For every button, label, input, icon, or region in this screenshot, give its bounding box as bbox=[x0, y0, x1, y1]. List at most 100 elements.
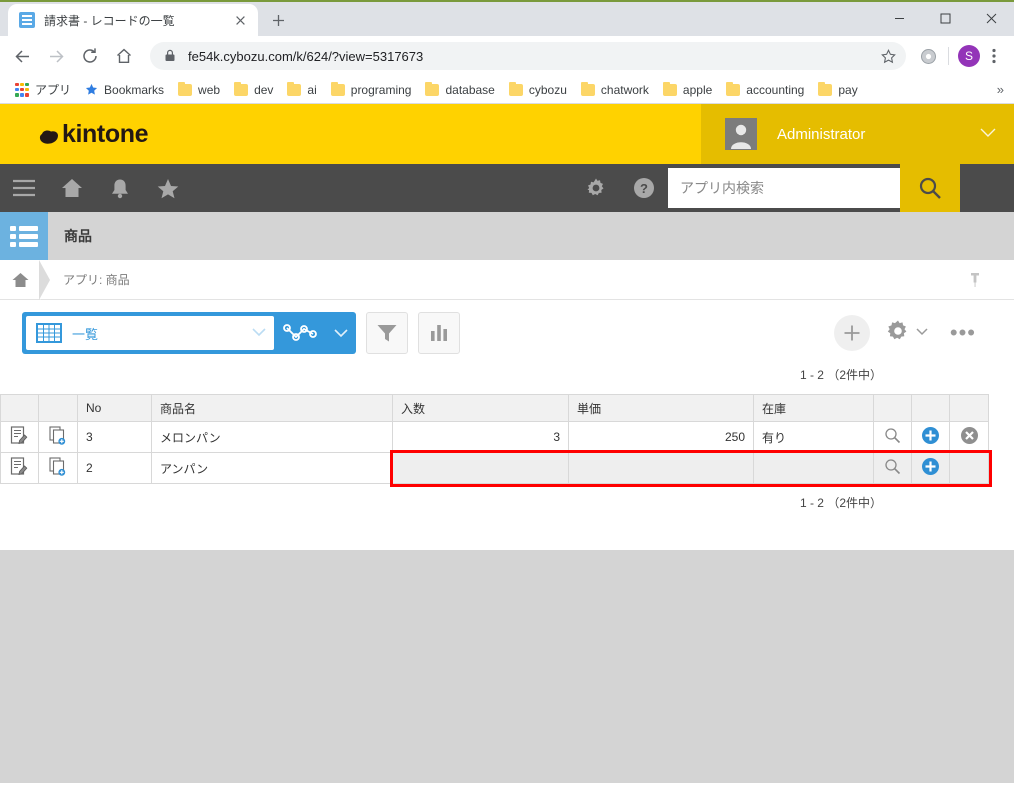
th-plus bbox=[911, 394, 950, 422]
add-record-button[interactable] bbox=[833, 315, 870, 351]
app-title-bar: 商品 bbox=[0, 212, 1014, 260]
add-circle-icon[interactable] bbox=[911, 421, 950, 453]
kintone-logo-text: kintone bbox=[62, 119, 149, 148]
th-price[interactable]: 単価 bbox=[568, 394, 754, 422]
chevron-down-icon[interactable] bbox=[980, 125, 996, 143]
lock-icon bbox=[164, 49, 178, 63]
view-dropdown[interactable]: 一覧 bbox=[26, 316, 274, 350]
th-stock[interactable]: 在庫 bbox=[753, 394, 874, 422]
tab-close-icon[interactable] bbox=[230, 10, 250, 30]
star-icon[interactable] bbox=[144, 164, 192, 212]
extension-icon[interactable] bbox=[915, 43, 941, 69]
bookmark-pay[interactable]: pay bbox=[811, 79, 864, 101]
address-bar[interactable]: fe54k.cybozu.com/k/624/?view=5317673 bbox=[150, 42, 906, 70]
home-button[interactable] bbox=[110, 42, 138, 70]
edit-record-icon[interactable] bbox=[0, 452, 39, 484]
th-name[interactable]: 商品名 bbox=[151, 394, 393, 422]
gear-icon[interactable] bbox=[572, 164, 620, 212]
cell-no: 3 bbox=[77, 421, 152, 453]
th-quantity[interactable]: 入数 bbox=[392, 394, 569, 422]
app-settings-button[interactable] bbox=[886, 319, 928, 348]
back-button[interactable] bbox=[8, 42, 36, 70]
cell-price bbox=[568, 452, 754, 484]
bookmark-apps[interactable]: アプリ bbox=[8, 79, 78, 101]
search-input[interactable]: アプリ内検索 bbox=[668, 168, 900, 208]
maximize-button[interactable] bbox=[922, 2, 968, 34]
cell-quantity bbox=[392, 452, 569, 484]
more-options-button[interactable]: ••• bbox=[950, 322, 976, 344]
bookmark-label: ai bbox=[307, 82, 317, 97]
browser-tab[interactable]: 請求書 - レコードの一覧 bbox=[8, 4, 258, 36]
home-icon[interactable] bbox=[48, 164, 96, 212]
folder-icon bbox=[508, 81, 523, 96]
user-menu[interactable]: Administrator bbox=[701, 104, 1014, 164]
add-circle-icon[interactable] bbox=[911, 452, 950, 484]
new-tab-button[interactable] bbox=[264, 6, 292, 34]
bookmark-chatwork[interactable]: chatwork bbox=[574, 79, 656, 101]
hamburger-icon[interactable] bbox=[0, 164, 48, 212]
app-search: アプリ内検索 bbox=[668, 164, 960, 212]
filter-button[interactable] bbox=[366, 312, 408, 354]
app-name: 商品 bbox=[64, 228, 92, 244]
folder-icon bbox=[178, 81, 193, 96]
bookmark-database[interactable]: database bbox=[418, 79, 501, 101]
profile-avatar[interactable]: S bbox=[958, 45, 980, 67]
search-button[interactable] bbox=[900, 164, 960, 212]
breadcrumb-text[interactable]: アプリ: 商品 bbox=[63, 271, 130, 288]
cell-quantity: 3 bbox=[392, 421, 569, 453]
kintone-header: kintone Administrator bbox=[0, 104, 1014, 164]
forward-button[interactable] bbox=[42, 42, 70, 70]
folder-icon bbox=[818, 81, 833, 96]
bookmark-bookmarks[interactable]: Bookmarks bbox=[78, 79, 171, 101]
browser-window: 請求書 - レコードの一覧 fe54k.cybozu.com/k/624/?vi… bbox=[0, 0, 1014, 787]
minimize-button[interactable] bbox=[876, 2, 922, 34]
bookmark-web[interactable]: web bbox=[171, 79, 227, 101]
kintone-logo[interactable]: kintone bbox=[38, 120, 148, 149]
record-table: No 商品名 入数 単価 在庫 3 メロンパン 3 250 有り 2 アンパン bbox=[0, 394, 989, 484]
help-icon[interactable]: ? bbox=[620, 164, 668, 212]
navbar-right-pad bbox=[960, 164, 1014, 212]
app-content: 一覧 ••• 1 - 2 （2件中） No 商品名 入数 単価 在庫 3 メロン… bbox=[0, 300, 1014, 550]
search-small-icon[interactable] bbox=[873, 452, 912, 484]
close-button[interactable] bbox=[968, 2, 1014, 34]
th-delete bbox=[949, 394, 989, 422]
edit-record-icon[interactable] bbox=[0, 421, 39, 453]
bookmark-label: database bbox=[445, 82, 495, 97]
copy-record-icon[interactable] bbox=[38, 421, 78, 453]
bell-icon[interactable] bbox=[96, 164, 144, 212]
bookmark-ai[interactable]: ai bbox=[280, 79, 323, 101]
tab-favicon-icon bbox=[19, 12, 35, 28]
record-count-bottom: 1 - 2 （2件中） bbox=[799, 496, 882, 510]
bookmark-dev[interactable]: dev bbox=[227, 79, 280, 101]
reload-button[interactable] bbox=[76, 42, 104, 70]
bookmark-accounting[interactable]: accounting bbox=[719, 79, 811, 101]
table-grid-icon bbox=[36, 323, 62, 343]
th-no[interactable]: No bbox=[77, 394, 152, 422]
view-selector[interactable]: 一覧 bbox=[22, 312, 356, 354]
folder-icon bbox=[662, 81, 677, 96]
table-row: 3 メロンパン 3 250 有り bbox=[0, 421, 989, 453]
bookmarks-overflow-icon[interactable]: » bbox=[997, 82, 1004, 97]
graph-view-caret-icon[interactable] bbox=[326, 328, 356, 338]
chart-button[interactable] bbox=[418, 312, 460, 354]
chevron-down-icon[interactable] bbox=[916, 327, 928, 339]
breadcrumb-home-icon[interactable] bbox=[0, 260, 40, 300]
browser-menu-icon[interactable] bbox=[982, 43, 1006, 69]
bookmark-programing[interactable]: programing bbox=[324, 79, 419, 101]
folder-icon bbox=[726, 81, 741, 96]
folder-icon bbox=[425, 81, 440, 96]
user-avatar-icon bbox=[725, 118, 757, 150]
bookmark-apple[interactable]: apple bbox=[656, 79, 719, 101]
bookmark-label: web bbox=[198, 82, 221, 97]
bookmark-cybozu[interactable]: cybozu bbox=[502, 79, 574, 101]
folder-icon bbox=[580, 81, 595, 96]
pin-icon[interactable] bbox=[968, 272, 982, 293]
chevron-down-icon[interactable] bbox=[252, 324, 266, 342]
remove-circle-icon[interactable] bbox=[949, 421, 989, 453]
search-small-icon[interactable] bbox=[873, 421, 912, 453]
th-copy bbox=[38, 394, 78, 422]
copy-record-icon[interactable] bbox=[38, 452, 78, 484]
graph-view-button[interactable] bbox=[274, 321, 326, 345]
browser-titlebar: 請求書 - レコードの一覧 bbox=[0, 0, 1014, 36]
bookmark-star-icon[interactable] bbox=[876, 44, 900, 68]
